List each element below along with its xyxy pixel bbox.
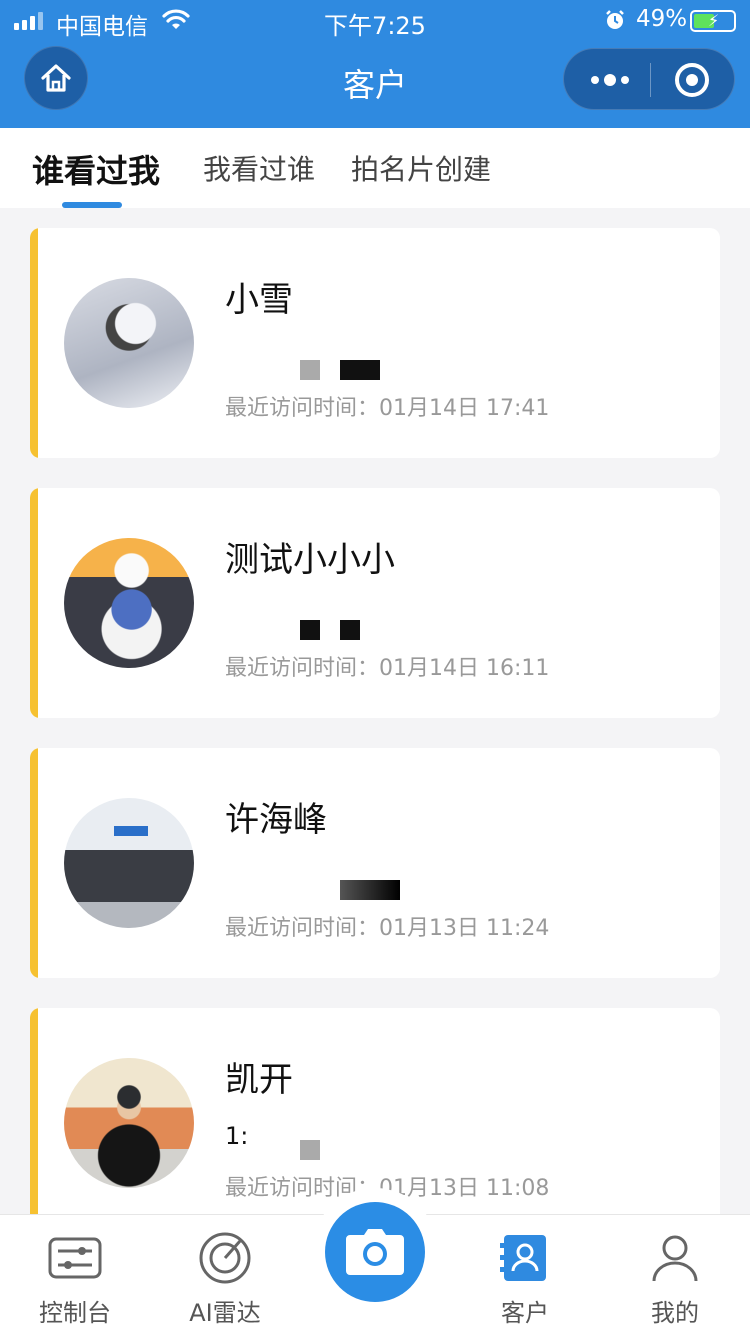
- tabbar-item-console[interactable]: 控制台: [0, 1215, 150, 1334]
- camera-icon: [346, 1229, 404, 1275]
- battery-percent: 49%: [636, 6, 688, 32]
- radar-icon: [199, 1232, 251, 1284]
- miniprogram-capsule: [563, 48, 735, 110]
- avatar: [64, 538, 194, 668]
- customer-card[interactable]: 测试小小小 最近访问时间：01月14日 16:11: [30, 488, 720, 718]
- camera-button[interactable]: [325, 1202, 425, 1302]
- customer-name: 凯开: [225, 1060, 293, 1100]
- console-icon: [48, 1237, 102, 1279]
- card-accent-bar: [30, 748, 38, 978]
- battery-icon: ⚡: [690, 10, 736, 32]
- customer-name: 许海峰: [225, 800, 327, 840]
- tabbar-label: 控制台: [39, 1299, 111, 1327]
- card-accent-bar: [30, 488, 38, 718]
- tab-scan-card-create[interactable]: 拍名片创建: [351, 148, 491, 188]
- tab-who-viewed-me[interactable]: 谁看过我: [32, 146, 160, 192]
- customer-card[interactable]: 许海峰 最近访问时间：01月13日 11:24: [30, 748, 720, 978]
- redacted-block: [340, 360, 380, 380]
- contacts-icon: [500, 1235, 546, 1281]
- tabbar-label: 我的: [651, 1299, 699, 1327]
- customer-partial-text: 1:: [225, 1122, 249, 1150]
- more-dot-icon: [591, 76, 599, 84]
- last-visit-time: 最近访问时间：01月14日 17:41: [225, 396, 550, 421]
- more-dot-icon: [621, 76, 629, 84]
- redacted-block: [340, 880, 400, 900]
- tabbar-item-customers[interactable]: 客户: [450, 1215, 600, 1334]
- customer-name: 小雪: [225, 280, 293, 320]
- more-button[interactable]: [586, 64, 634, 96]
- card-accent-bar: [30, 228, 38, 458]
- capsule-divider: [650, 63, 651, 97]
- tabbar-label: AI雷达: [189, 1299, 261, 1327]
- alarm-icon: [606, 10, 624, 29]
- redacted-block: [340, 620, 360, 640]
- tabbar-label: 客户: [501, 1299, 549, 1327]
- card-accent-bar: [30, 1008, 38, 1214]
- status-bar: 中国电信 下午7:25 49% ⚡: [0, 0, 750, 40]
- redacted-block: [300, 620, 320, 640]
- close-miniprogram-button[interactable]: [675, 63, 709, 97]
- redacted-block: [300, 360, 320, 380]
- tab-who-i-viewed[interactable]: 我看过谁: [203, 148, 315, 188]
- customer-card[interactable]: 小雪 最近访问时间：01月14日 17:41: [30, 228, 720, 458]
- customer-list: 小雪 最近访问时间：01月14日 17:41 测试小小小 最近访问时间：01月1…: [0, 208, 750, 1214]
- tabbar-item-ai-radar[interactable]: AI雷达: [150, 1215, 300, 1334]
- customer-card[interactable]: 凯开 1: 最近访问时间：01月13日 11:08: [30, 1008, 720, 1214]
- last-visit-time: 最近访问时间：01月13日 11:24: [225, 916, 550, 941]
- avatar: [64, 278, 194, 408]
- avatar: [64, 1058, 194, 1188]
- person-icon: [652, 1235, 698, 1282]
- redacted-block: [300, 1140, 320, 1160]
- tab-bar-top: 谁看过我 我看过谁 拍名片创建: [0, 128, 750, 208]
- more-dot-icon: [604, 74, 616, 86]
- last-visit-time: 最近访问时间：01月14日 16:11: [225, 656, 550, 681]
- tabbar-item-mine[interactable]: 我的: [600, 1215, 750, 1334]
- top-header: 中国电信 下午7:25 49% ⚡ 客户: [0, 0, 750, 128]
- customer-name: 测试小小小: [225, 540, 395, 580]
- avatar: [64, 798, 194, 928]
